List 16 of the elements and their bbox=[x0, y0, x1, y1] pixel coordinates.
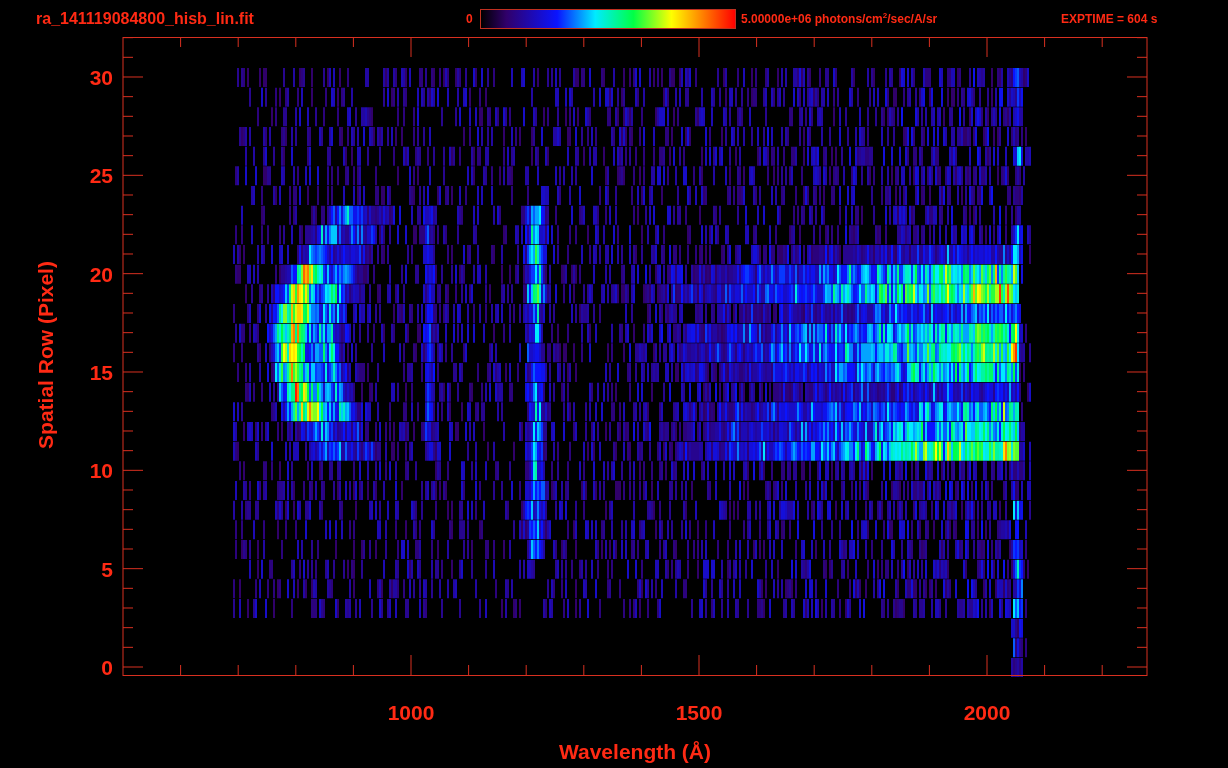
exposure-time: EXPTIME = 604 s bbox=[1061, 11, 1158, 26]
colorbar-max-label: 5.00000e+06 photons/cm$^{2}$/sec/A/sr bbox=[741, 11, 939, 26]
y-tick-label: 20 bbox=[89, 262, 113, 286]
x-axis-label: Wavelength (Å) bbox=[558, 740, 712, 763]
y-tick-label: 15 bbox=[89, 361, 113, 384]
y-tick-label: 30 bbox=[89, 66, 113, 89]
x-tick-label: 1500 bbox=[675, 701, 723, 724]
file-title: ra_141119084800_hisb_lin.fit bbox=[36, 9, 255, 28]
colorbar-min-label: 0 bbox=[466, 11, 474, 26]
y-tick-label: 5 bbox=[101, 557, 113, 581]
y-tick-label: 25 bbox=[89, 164, 113, 188]
y-tick-label: 0 bbox=[101, 656, 113, 679]
y-tick-label: 10 bbox=[89, 459, 113, 483]
x-tick-label: 1000 bbox=[387, 701, 435, 724]
y-axis-label: Spatial Row (Pixel) bbox=[34, 261, 57, 449]
x-tick-label: 2000 bbox=[963, 701, 1011, 724]
